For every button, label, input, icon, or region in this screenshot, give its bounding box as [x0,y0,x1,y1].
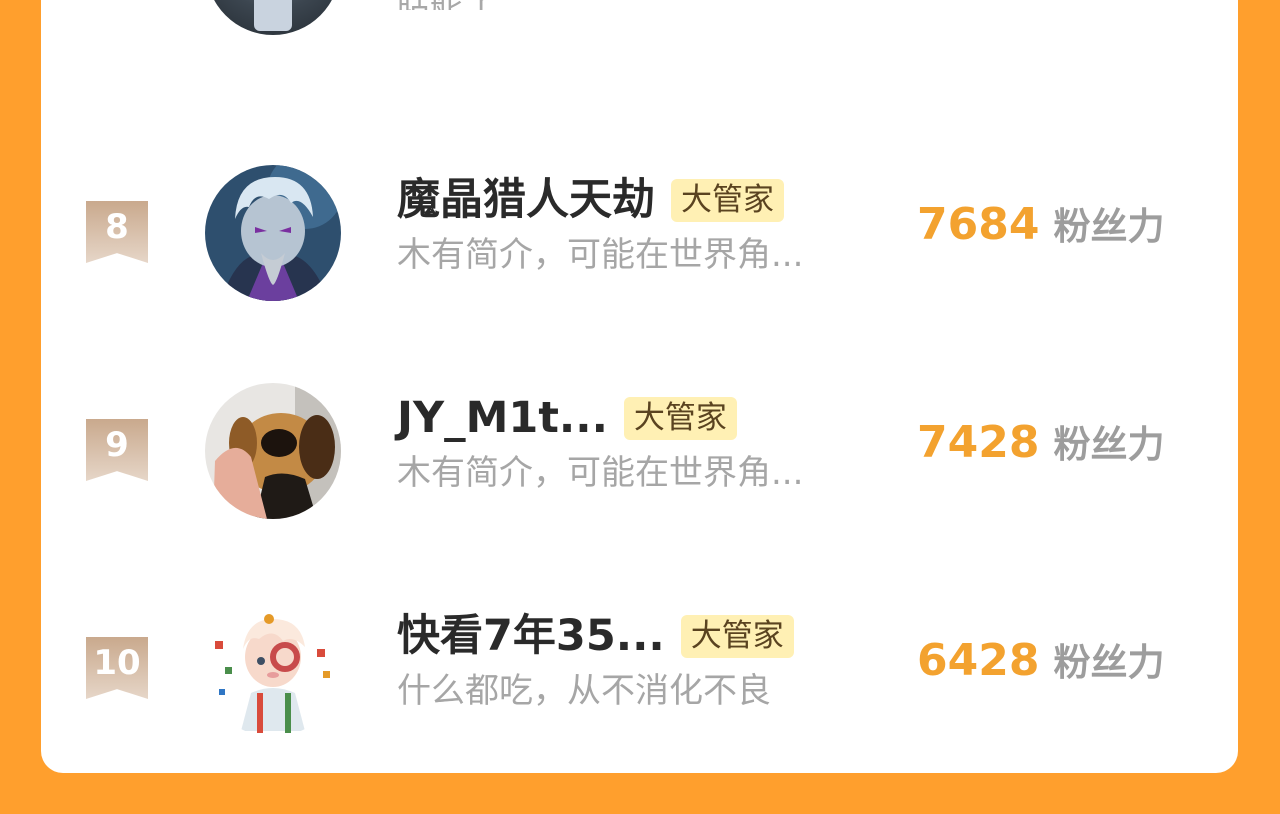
list-item[interactable]: 9 JY_M1t... 大管家 木有简介，可能在世界角... 7428 粉丝力 [41,375,1238,575]
list-item[interactable]: 8 魔晶猎人天劫 大管家 木有简介，可能在世界角... 7684 粉丝力 [41,157,1238,357]
fan-power-value: 7684 [917,199,1040,250]
user-name[interactable]: JY_M1t... [397,393,608,445]
dog-photo-avatar-icon [205,383,341,519]
fan-power-value: 6428 [917,635,1040,686]
fan-power-label: 粉丝力 [1053,423,1165,466]
list-item[interactable]: 10 快看7年35... 大管家 什么都吃，从不消化不良 6428 粉丝力 [41,593,1238,773]
user-bio: 什么都吃，从不消化不良 [397,671,771,711]
user-bio: 聒舵了 [396,0,498,10]
avatar[interactable] [205,383,341,519]
anime-wizard-avatar-icon [205,165,341,301]
role-badge: 大管家 [680,615,794,659]
role-badge: 大管家 [671,179,784,223]
role-badge: 大管家 [623,397,737,441]
list-item[interactable]: 聒舵了 [41,0,1238,40]
fan-power: 7428 粉丝力 [917,421,1164,465]
fan-power-label: 粉丝力 [1053,641,1165,684]
user-name[interactable]: 快看7年35... [397,611,665,663]
cartoon-character-avatar-icon [205,601,341,737]
fan-power-label: 粉丝力 [1053,205,1165,248]
user-name[interactable]: 魔晶猎人天劫 [397,175,655,227]
fan-power: 6428 粉丝力 [917,639,1164,683]
fan-power-value: 7428 [917,417,1040,468]
ranking-card: 聒舵了 8 魔晶猎人天劫 大管家 木有简介，可能在世界角... 7684 粉 [41,0,1238,773]
rank-badge: 9 [86,419,148,481]
avatar[interactable] [206,0,340,35]
avatar[interactable] [205,165,341,301]
fan-power: 7684 粉丝力 [917,203,1164,247]
rank-badge: 10 [86,637,148,699]
avatar[interactable] [205,601,341,737]
user-bio: 木有简介，可能在世界角... [397,453,804,493]
rank-badge: 8 [86,201,148,263]
user-bio: 木有简介，可能在世界角... [397,235,804,275]
